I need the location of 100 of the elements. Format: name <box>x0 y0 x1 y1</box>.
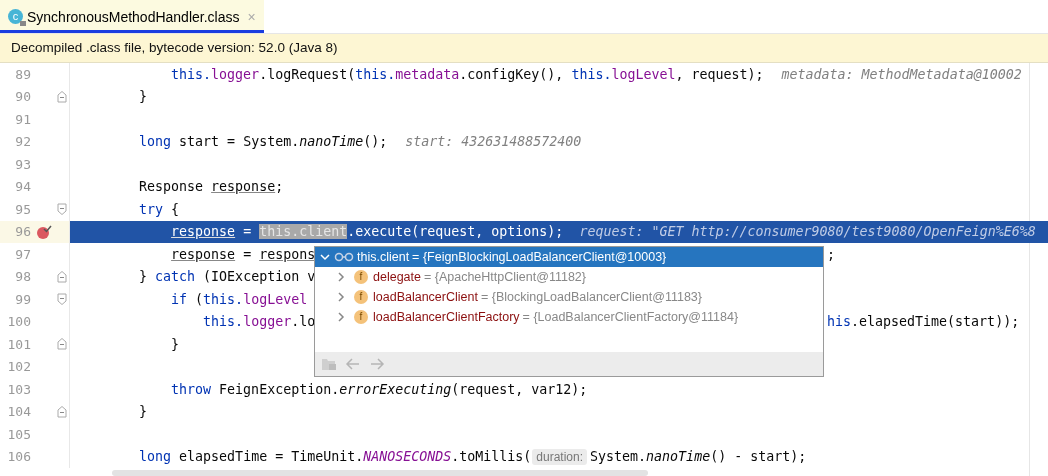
code-text: .lo <box>291 314 316 330</box>
constant-name: NANOSECONDS <box>363 449 452 465</box>
code-text: ; <box>827 246 835 262</box>
parameter-hint: duration: <box>532 448 588 465</box>
keyword: if <box>170 291 188 307</box>
code-text: Response <box>138 179 205 195</box>
glasses-icon <box>334 252 354 262</box>
variable-name: response <box>211 179 276 195</box>
inline-hint: start: 432631488572400 <box>405 134 582 150</box>
keyword: this. <box>203 291 244 307</box>
variable-name: respons <box>259 246 316 262</box>
tree-item[interactable]: f loadBalancerClient = {BlockingLoadBalancerClient@11183} <box>315 287 823 307</box>
keyword: long <box>138 449 172 465</box>
line-number: 102 <box>6 359 31 375</box>
chevron-right-icon[interactable] <box>335 311 347 323</box>
code-text: .logRequest( <box>259 66 356 82</box>
code-text: = <box>242 224 253 240</box>
field-name: logger <box>211 66 260 82</box>
chevron-right-icon[interactable] <box>335 291 347 303</box>
tree-item[interactable]: f delegate = {ApacheHttpClient@11182} <box>315 267 823 287</box>
variable-name: response <box>170 246 236 262</box>
code-text: .configKey(), <box>459 66 565 82</box>
line-number: 96 <box>14 224 31 240</box>
field-name: logLevel <box>611 66 676 82</box>
line-number: 100 <box>6 314 31 330</box>
code-text: .elapsedTime(start)); <box>851 314 1020 330</box>
keyword: this. <box>571 66 612 82</box>
field-icon: f <box>354 310 368 324</box>
tree-item[interactable]: this.client = {FeignBlockingLoadBalancerClient@10003} <box>315 247 823 267</box>
keyword: this. <box>355 66 396 82</box>
line-number: 99 <box>14 291 31 307</box>
fold-icon[interactable] <box>57 270 67 283</box>
inline-hint: metadata: MethodMetadata@10002 <box>781 66 1022 82</box>
code-text: (request, var12); <box>451 381 588 397</box>
fold-icon[interactable] <box>57 90 67 103</box>
keyword: catch <box>155 269 196 285</box>
keyword: this. <box>170 66 212 82</box>
line-number: 94 <box>14 179 31 195</box>
chevron-down-icon[interactable] <box>319 251 331 263</box>
line-number: 91 <box>14 111 31 127</box>
code-text: (); <box>363 134 388 150</box>
code-text: { <box>170 201 180 217</box>
highlighted-text: this.client <box>259 224 348 240</box>
code-text: .toMillis( <box>451 449 532 465</box>
line-number: 97 <box>14 246 31 262</box>
keyword: try <box>138 201 164 217</box>
line-number: 93 <box>14 156 31 172</box>
line-number: 90 <box>14 89 31 105</box>
decompiled-banner: Decompiled .class file, bytecode version: 52.0 (Java 8) <box>0 34 1048 63</box>
line-number: 105 <box>6 426 31 442</box>
line-number: 103 <box>6 381 31 397</box>
code-text: (IOException v <box>202 269 316 285</box>
code-text: } <box>170 336 180 352</box>
code-text: ; <box>275 179 284 195</box>
code-text: FeignException. <box>218 381 340 397</box>
fold-icon[interactable] <box>57 293 67 306</box>
field-name: loadBalancerClientFactory <box>373 310 520 324</box>
code-text: elapsedTime = TimeUnit. <box>178 449 364 465</box>
code-text: ( <box>194 291 204 307</box>
line-number: 92 <box>14 134 31 150</box>
field-name: metadata <box>395 66 460 82</box>
inline-hint: request: "GET http://consumer9080/test9080/OpenFeign%E6%8 <box>579 224 1036 240</box>
code-text: } <box>138 269 149 285</box>
field-value: = {ApacheHttpClient@11182} <box>423 270 586 284</box>
class-file-icon: c <box>8 9 23 24</box>
scrollbar-thumb[interactable] <box>112 470 648 476</box>
tab-title: SynchronousMethodHandler.class <box>27 8 240 25</box>
code-text: } <box>138 404 148 420</box>
line-number: 98 <box>14 269 31 285</box>
field-icon: f <box>354 290 368 304</box>
line-number: 104 <box>6 404 31 420</box>
variable-name: this.client <box>357 250 410 264</box>
fold-icon[interactable] <box>57 405 67 418</box>
method-name: nanoTime <box>299 134 364 150</box>
variable-value: = {FeignBlockingLoadBalancerClient@10003} <box>412 250 667 264</box>
field-icon: f <box>354 270 368 284</box>
keyword: long <box>138 134 172 150</box>
code-text: .execute(request, options); <box>347 224 564 240</box>
code-text: = <box>242 246 253 262</box>
code-text: System. <box>590 449 647 465</box>
field-value: = {LoadBalancerClientFactory@11184} <box>522 310 739 324</box>
line-number: 106 <box>6 449 31 465</box>
editor-tab[interactable]: c SynchronousMethodHandler.class × <box>0 0 264 33</box>
line-number: 101 <box>6 336 31 352</box>
chevron-right-icon[interactable] <box>335 271 347 283</box>
breakpoint-icon[interactable] <box>36 223 52 240</box>
method-name: nanoTime <box>646 449 711 465</box>
field-name: logLevel <box>243 291 308 307</box>
line-number: 89 <box>14 66 31 82</box>
line-number: 95 <box>14 201 31 217</box>
keyword: his <box>827 314 852 330</box>
method-name: errorExecuting <box>339 381 452 397</box>
keyword: throw <box>170 381 212 397</box>
field-value: = {BlockingLoadBalancerClient@11183} <box>480 290 702 304</box>
fold-icon[interactable] <box>57 338 67 351</box>
code-text: , request); <box>675 66 764 82</box>
code-text: () - start); <box>710 449 807 465</box>
tree-item[interactable]: f loadBalancerClientFactory = {LoadBalancerClientFactory@11184} <box>315 307 823 327</box>
code-text: start = System. <box>178 134 300 150</box>
fold-icon[interactable] <box>57 203 67 216</box>
